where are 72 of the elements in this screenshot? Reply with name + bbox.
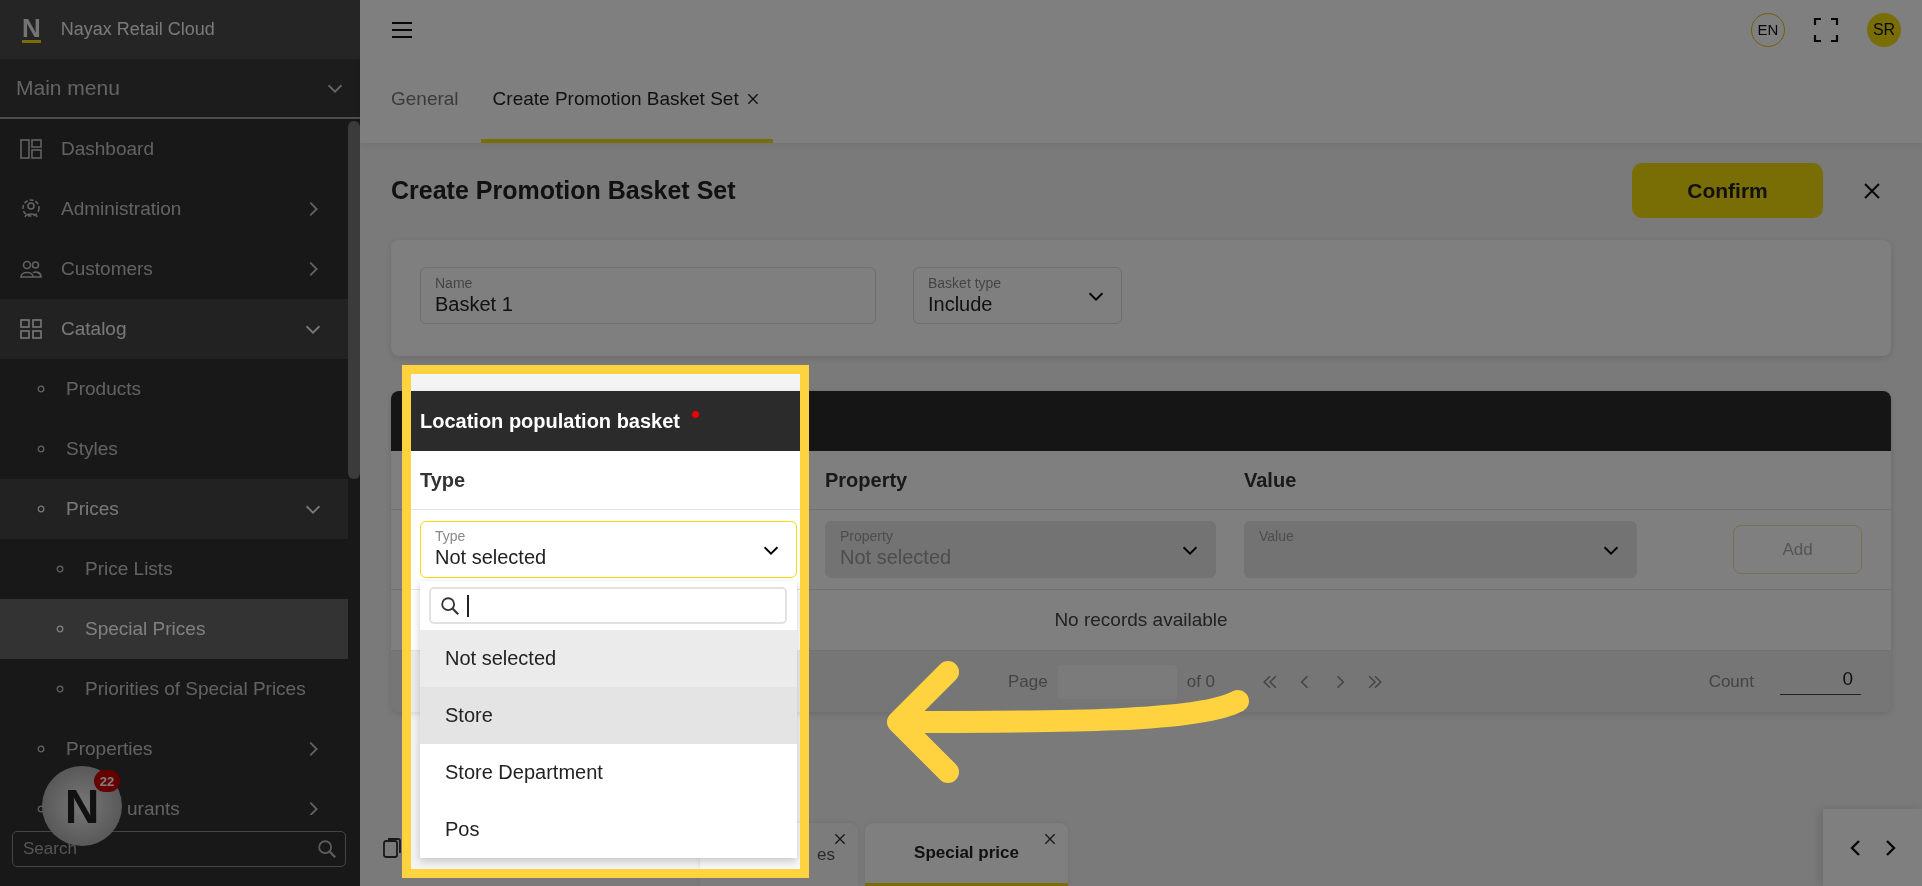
sidebar-item[interactable]: Special Prices xyxy=(0,599,348,659)
bullet-icon xyxy=(37,385,45,393)
sidebar-item[interactable]: Catalog xyxy=(0,299,348,359)
text-field[interactable]: Name Basket 1 xyxy=(420,267,876,324)
menu-label: Catalog xyxy=(61,318,128,340)
tab[interactable]: Create Promotion Basket Set xyxy=(480,59,773,143)
bullet-icon xyxy=(56,565,64,573)
menu-label: Dashboard xyxy=(61,138,155,160)
sidebar-item[interactable]: Customers xyxy=(0,239,348,299)
count-value: 0 xyxy=(1780,668,1861,695)
page-title: Create Promotion Basket Set xyxy=(391,176,736,205)
sidebar-item[interactable]: Priorities of Special Prices xyxy=(0,659,348,719)
column-header: Property xyxy=(825,468,909,492)
dropdown-option[interactable]: Not selected xyxy=(420,630,797,687)
card-title: Location population basket xyxy=(420,409,680,433)
dropdown-field[interactable]: Type Not selected xyxy=(420,521,797,578)
bullet-icon xyxy=(56,685,64,693)
tab-label: Create Promotion Basket Set xyxy=(492,88,739,110)
field-value: Not selected xyxy=(435,545,548,569)
bullet-icon xyxy=(37,505,45,513)
scrollbar[interactable] xyxy=(348,121,360,479)
menu-label: Products xyxy=(66,378,142,400)
clipboard-icon[interactable] xyxy=(382,836,402,859)
grid-icon xyxy=(19,317,43,341)
menu-label: Price Lists xyxy=(85,558,174,580)
sidebar-item[interactable]: Prices xyxy=(0,479,348,539)
field-label: Type xyxy=(435,527,467,544)
fullscreen-icon[interactable] xyxy=(1813,16,1839,43)
column-header: Value xyxy=(1244,468,1298,492)
menu-label: Properties xyxy=(66,738,154,760)
menu-label: Priorities of Special Prices xyxy=(85,678,307,700)
tab-label: Special price xyxy=(914,843,1019,863)
menu-icon[interactable] xyxy=(390,19,414,40)
sidebar-item[interactable]: Products xyxy=(0,359,348,419)
dropdown-option[interactable]: Store Department xyxy=(420,744,797,801)
sidebar-item[interactable]: Administration xyxy=(0,179,348,239)
confirm-button[interactable]: Confirm xyxy=(1632,163,1823,218)
tab-label: General xyxy=(391,88,459,110)
sidebar-item[interactable]: Price Lists xyxy=(0,539,348,599)
dropdown-option[interactable]: Store xyxy=(420,687,797,744)
tab-label: es xyxy=(817,844,835,865)
bullet-icon xyxy=(37,445,45,453)
menu-title: Main menu xyxy=(16,76,120,100)
bullet-icon xyxy=(37,745,45,753)
menu-label: Styles xyxy=(66,438,119,460)
user-avatar[interactable]: SR xyxy=(1867,12,1901,47)
tab[interactable]: General xyxy=(379,59,471,143)
field-label: Basket type xyxy=(928,275,1003,291)
close-icon[interactable] xyxy=(1042,831,1058,847)
menu-label: urants xyxy=(127,798,181,815)
column-header: Type xyxy=(420,468,467,492)
field-label: Name xyxy=(435,275,474,291)
search-icon xyxy=(316,838,338,860)
field-value: Basket 1 xyxy=(435,293,514,316)
logo: N xyxy=(22,16,41,43)
main-menu-selector[interactable]: Main menu xyxy=(0,59,360,119)
sidebar-item[interactable]: Dashboard xyxy=(0,119,348,179)
text-cursor xyxy=(467,594,469,617)
menu-label: Special Prices xyxy=(85,618,207,640)
sidebar-item[interactable]: Styles xyxy=(0,419,348,479)
search-icon xyxy=(439,594,461,617)
dashboard-icon xyxy=(19,137,43,161)
menu-label: Prices xyxy=(66,498,120,520)
menu-label: Administration xyxy=(61,198,183,220)
close-icon[interactable] xyxy=(832,831,848,847)
bottom-tab[interactable]: Special price xyxy=(865,823,1068,886)
menu-label: Customers xyxy=(61,258,154,280)
dropdown-option[interactable]: Pos xyxy=(420,801,797,858)
field-value: Include xyxy=(928,293,994,316)
dropdown-field[interactable]: Basket type Include xyxy=(913,267,1122,324)
bullet-icon xyxy=(56,625,64,633)
app-name: Nayax Retail Cloud xyxy=(60,19,215,40)
